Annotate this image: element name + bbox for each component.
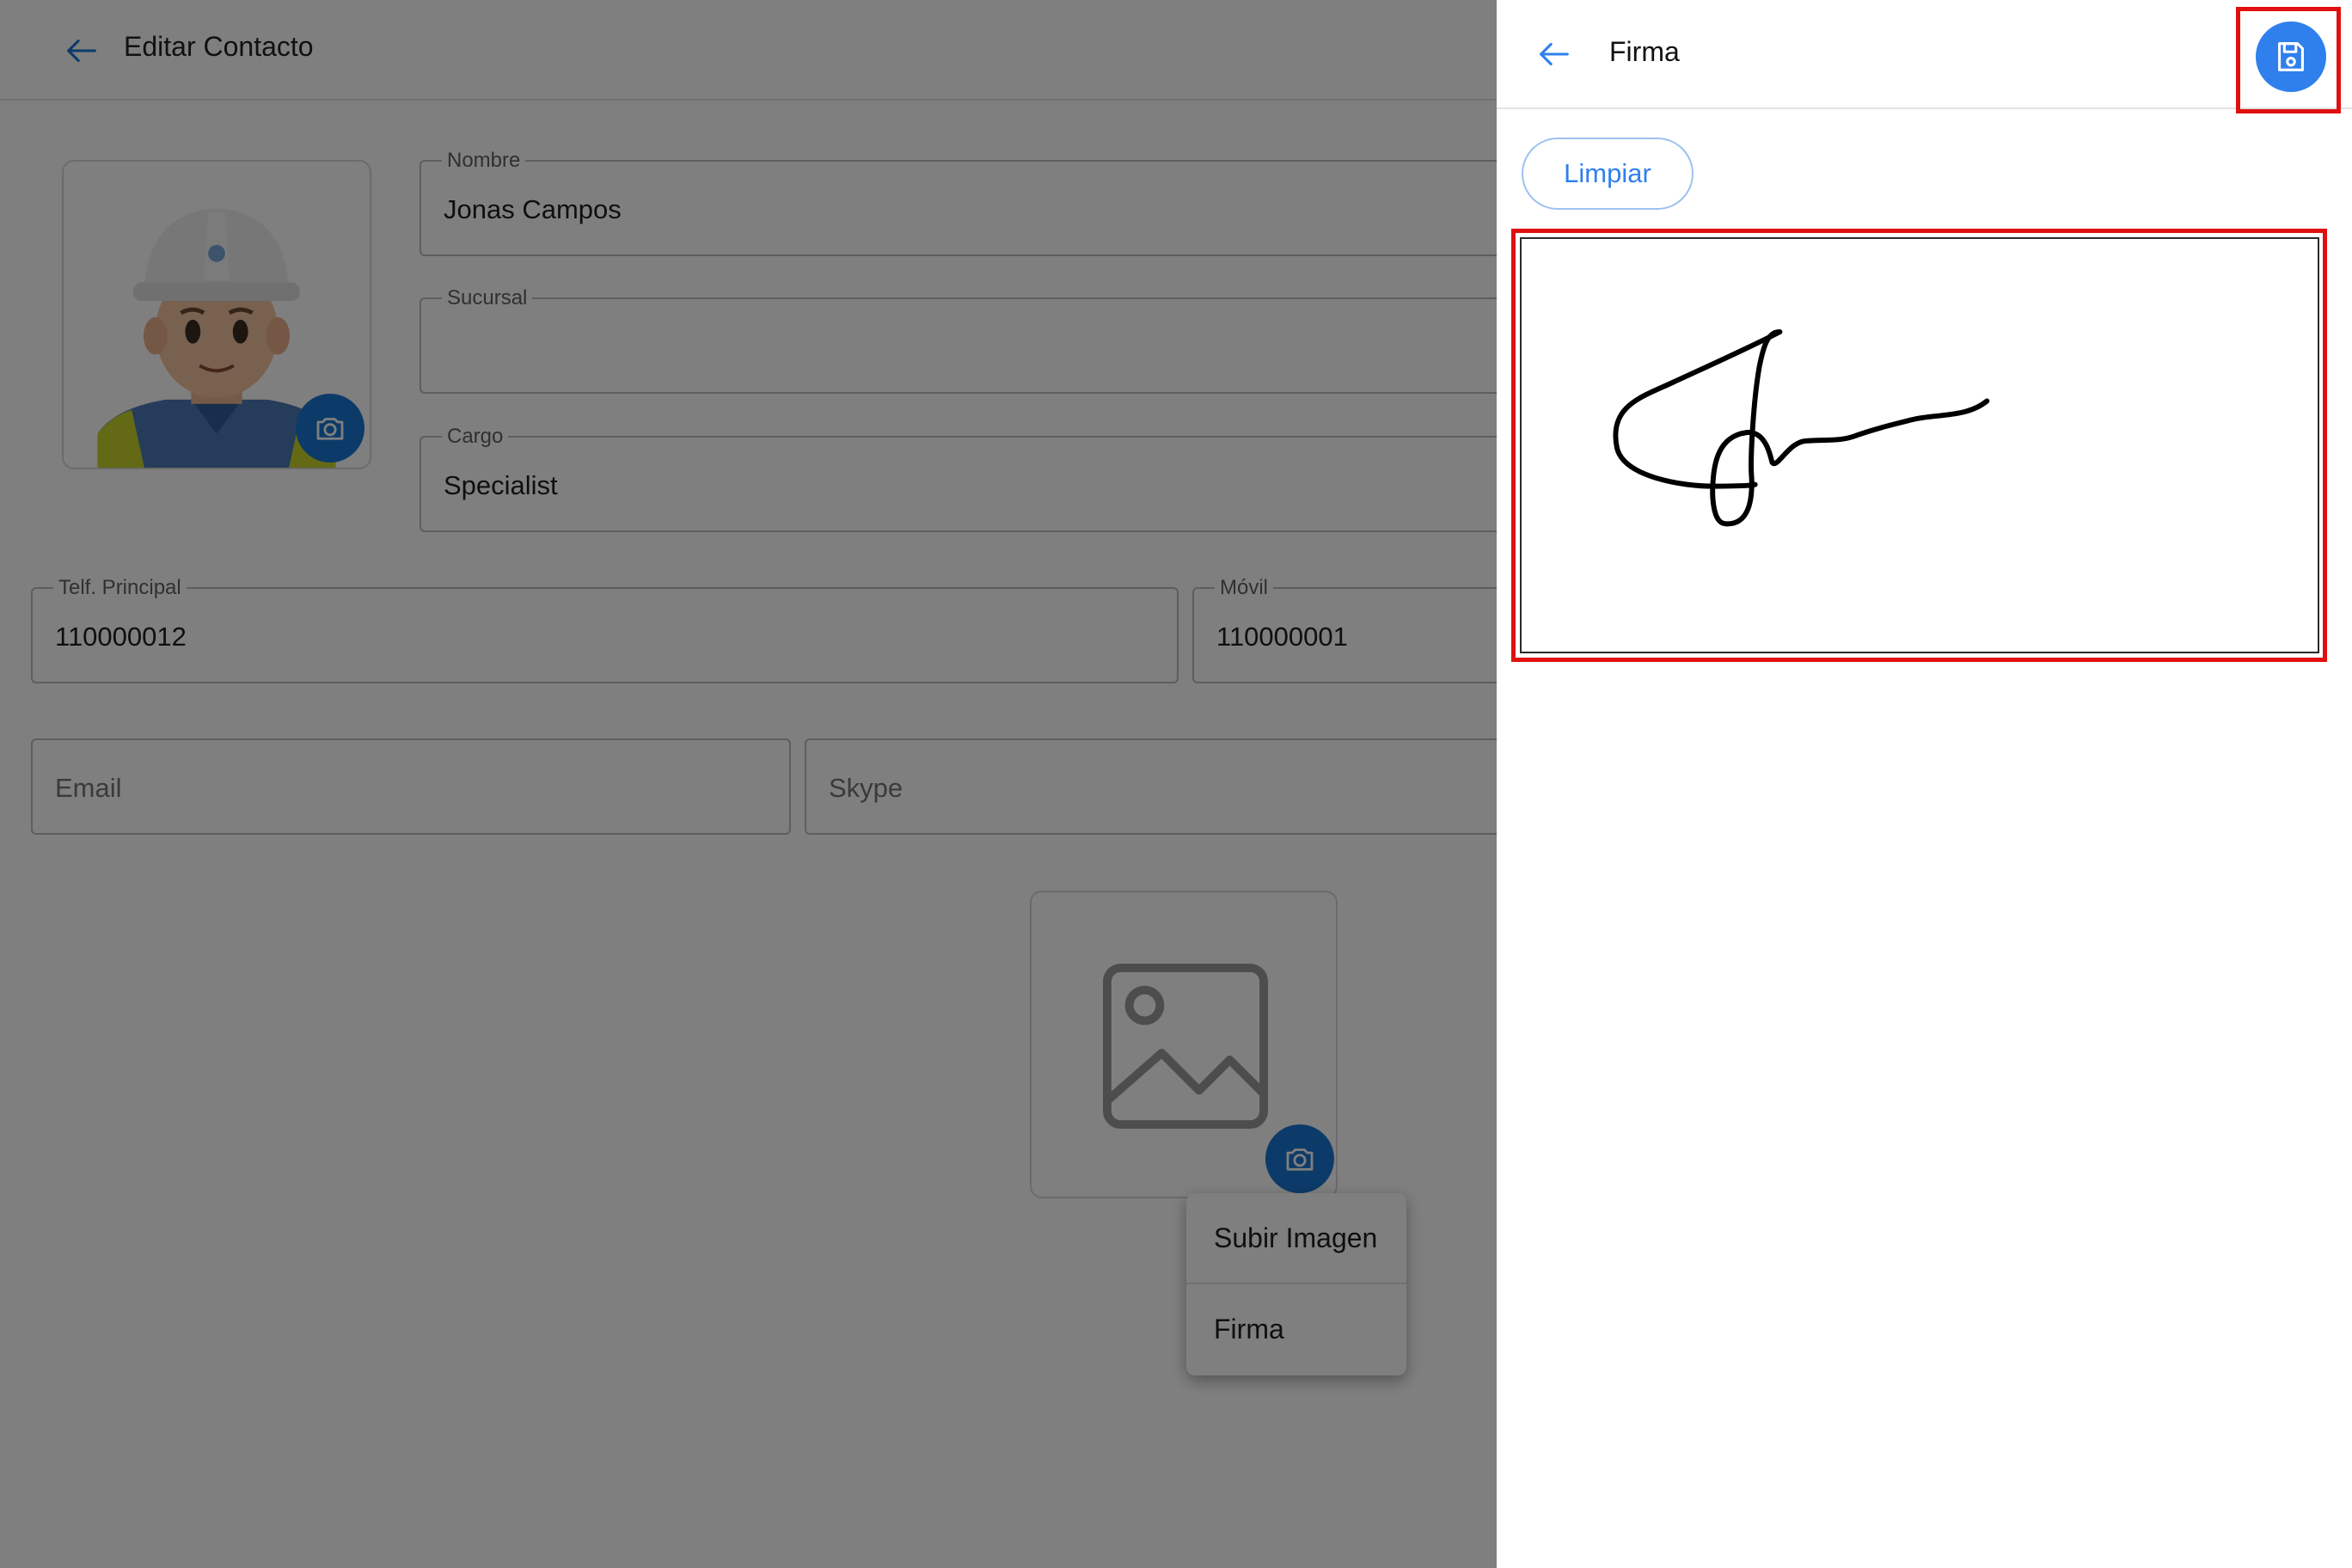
save-signature-button[interactable] <box>2256 21 2326 92</box>
modal-scrim[interactable] <box>0 0 1497 1568</box>
edit-contact-form: Editar Contacto <box>0 0 1497 1568</box>
signature-pad[interactable] <box>1520 237 2319 653</box>
signature-title: Firma <box>1609 36 1680 67</box>
signature-panel: Firma Limpiar <box>1497 0 2352 1568</box>
signature-stroke <box>1613 329 1990 527</box>
back-arrow-icon[interactable] <box>1533 33 1576 76</box>
clear-signature-button[interactable]: Limpiar <box>1522 138 1694 210</box>
floppy-disk-icon <box>2278 42 2304 71</box>
signature-header: Firma <box>1497 0 2352 109</box>
